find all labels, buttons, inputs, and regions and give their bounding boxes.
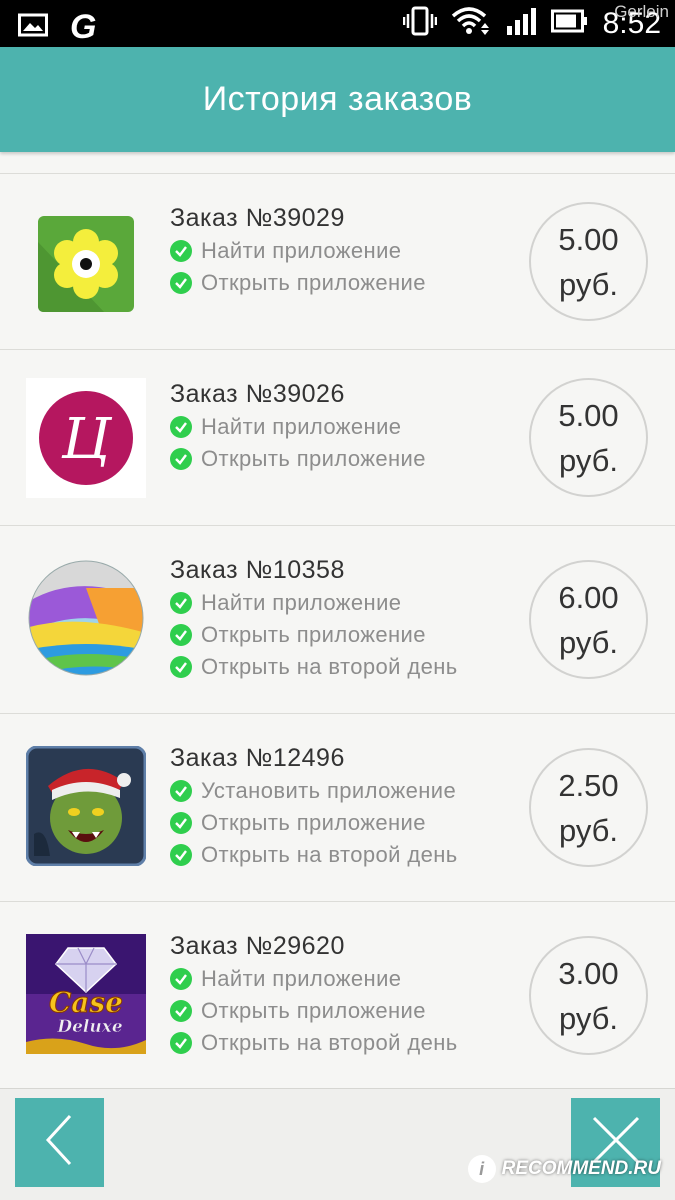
orc-game-app-icon: [25, 745, 147, 867]
order-item[interactable]: Ц Заказ №39026 Найти приложение Открыть …: [0, 349, 675, 525]
task-label: Найти приложение: [201, 238, 402, 263]
price-amount: 3.00: [558, 955, 619, 991]
image-icon: [18, 13, 48, 42]
price-badge: 6.00 руб.: [529, 560, 648, 679]
page-title: История заказов: [202, 80, 473, 118]
task-item: Открыть на второй день: [170, 654, 458, 680]
task-label: Открыть приложение: [201, 998, 426, 1023]
check-icon: [170, 272, 192, 294]
task-label: Открыть приложение: [201, 446, 426, 471]
order-item[interactable]: Заказ №39029 Найти приложение Открыть пр…: [0, 173, 675, 349]
task-item: Открыть приложение: [170, 446, 426, 472]
price-currency: руб.: [558, 1000, 619, 1036]
task-item: Открыть приложение: [170, 998, 426, 1024]
letter-u-app-icon: Ц: [26, 378, 146, 498]
task-item: Открыть приложение: [170, 270, 426, 296]
price-amount: 5.00: [558, 221, 619, 257]
g-app-icon: G: [70, 8, 97, 46]
chevron-left-icon: [40, 1110, 80, 1175]
case-deluxe-app-icon: Case Deluxe: [26, 934, 146, 1054]
task-label: Найти приложение: [201, 414, 402, 439]
signal-icon: [505, 6, 537, 41]
price-badge: 5.00 руб.: [529, 202, 648, 321]
task-item: Открыть приложение: [170, 810, 426, 836]
order-list: Заказ №39029 Найти приложение Открыть пр…: [0, 173, 675, 1089]
recommend-watermark: i RECOMMEND.RU: [467, 1155, 661, 1183]
order-title: Заказ №10358: [170, 556, 345, 584]
price-currency: руб.: [558, 812, 619, 848]
check-icon: [170, 812, 192, 834]
order-title: Заказ №39026: [170, 380, 345, 408]
colorful-sphere-app-icon: [26, 558, 146, 678]
check-icon: [170, 624, 192, 646]
task-label: Открыть на второй день: [201, 1030, 458, 1055]
price-badge: 2.50 руб.: [529, 748, 648, 867]
watermark-label: RECOMMEND.RU: [501, 1158, 661, 1179]
price-amount: 2.50: [558, 767, 619, 803]
task-item: Найти приложение: [170, 966, 401, 992]
wifi-icon: [451, 6, 491, 41]
check-icon: [170, 968, 192, 990]
back-button[interactable]: [15, 1098, 104, 1187]
task-label: Открыть на второй день: [201, 654, 458, 679]
order-item[interactable]: Case Deluxe Заказ №29620 Найти приложени…: [0, 901, 675, 1089]
order-item[interactable]: Заказ №12496 Установить приложение Откры…: [0, 713, 675, 901]
price-currency: руб.: [558, 624, 619, 660]
check-icon: [170, 1032, 192, 1054]
app-icon-letter: Ц: [61, 407, 113, 472]
task-item: Найти приложение: [170, 414, 401, 440]
price-badge: 3.00 руб.: [529, 936, 648, 1055]
check-icon: [170, 844, 192, 866]
vibrate-icon: [402, 6, 437, 41]
battery-icon: [550, 9, 589, 38]
bottom-bar: i RECOMMEND.RU: [0, 1088, 675, 1200]
price-amount: 5.00: [558, 397, 619, 433]
task-label: Найти приложение: [201, 590, 402, 615]
task-label: Открыть приложение: [201, 622, 426, 647]
task-item: Открыть на второй день: [170, 1030, 458, 1056]
task-label: Открыть приложение: [201, 810, 426, 835]
task-label: Открыть на второй день: [201, 842, 458, 867]
price-badge: 5.00 руб.: [529, 378, 648, 497]
recommend-logo-icon: i: [467, 1155, 496, 1183]
check-icon: [170, 780, 192, 802]
check-icon: [170, 416, 192, 438]
order-title: Заказ №29620: [170, 932, 345, 960]
flower-app-icon: [26, 202, 146, 322]
task-item: Найти приложение: [170, 590, 401, 616]
app-header: История заказов: [0, 47, 675, 152]
price-currency: руб.: [558, 266, 619, 302]
order-item[interactable]: Заказ №10358 Найти приложение Открыть пр…: [0, 525, 675, 713]
check-icon: [170, 240, 192, 262]
task-item: Установить приложение: [170, 778, 456, 804]
order-title: Заказ №12496: [170, 744, 345, 772]
price-currency: руб.: [558, 442, 619, 478]
check-icon: [170, 592, 192, 614]
task-label: Установить приложение: [201, 778, 457, 803]
task-label: Открыть приложение: [201, 270, 426, 295]
task-item: Найти приложение: [170, 238, 401, 264]
check-icon: [170, 1000, 192, 1022]
app-icon-text: Case: [49, 986, 123, 1019]
app-icon-text: Deluxe: [56, 1017, 123, 1037]
check-icon: [170, 656, 192, 678]
order-title: Заказ №39029: [170, 204, 345, 232]
task-item: Открыть на второй день: [170, 842, 458, 868]
task-label: Найти приложение: [201, 966, 402, 991]
price-amount: 6.00: [558, 579, 619, 615]
status-bar: G 8:52 Gerlein: [0, 0, 675, 47]
task-item: Открыть приложение: [170, 622, 426, 648]
check-icon: [170, 448, 192, 470]
watermark-text: Gerlein: [614, 2, 669, 21]
